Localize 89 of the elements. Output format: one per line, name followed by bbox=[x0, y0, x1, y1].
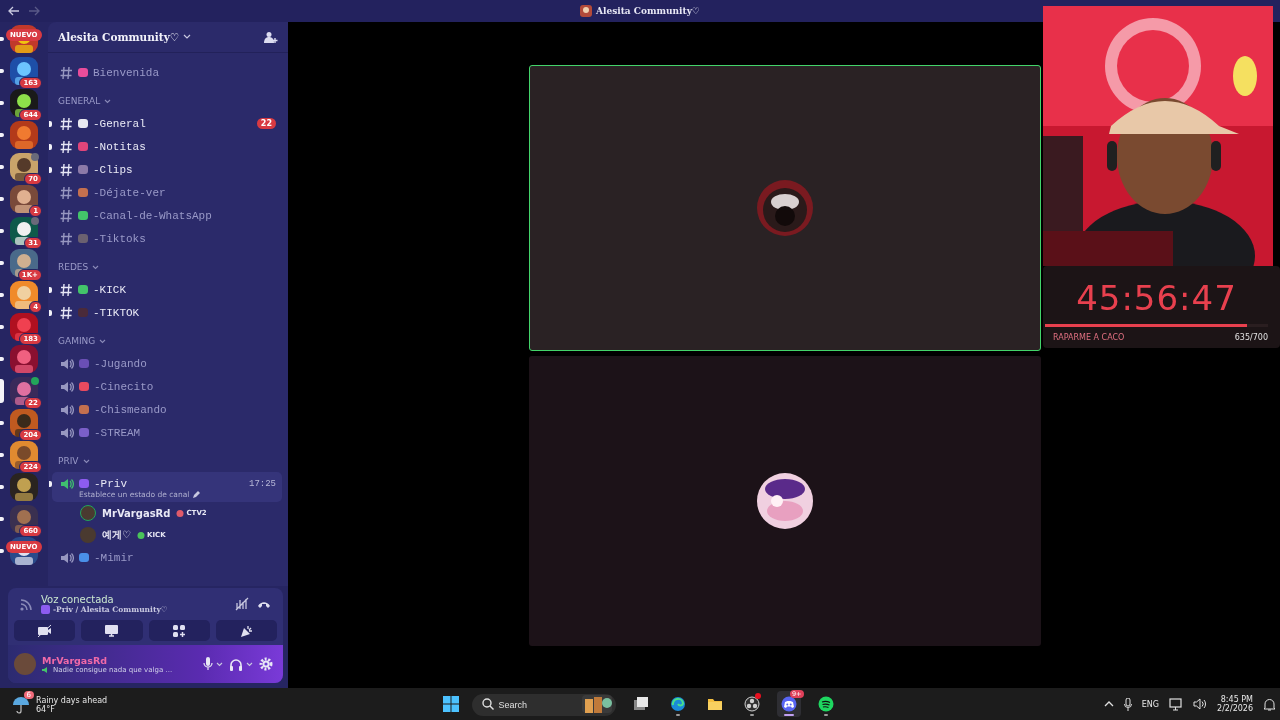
start-icon[interactable] bbox=[442, 696, 459, 712]
hashtag-icon bbox=[60, 208, 73, 223]
server-name-button[interactable]: Alesita Community♡ bbox=[58, 31, 192, 43]
speaker-icon bbox=[60, 402, 74, 417]
hashtag-icon bbox=[60, 139, 73, 154]
channel-item[interactable]: -Déjate-ver bbox=[52, 181, 282, 204]
screen-share-icon bbox=[104, 623, 120, 638]
speaker-icon bbox=[60, 379, 74, 394]
activities-button[interactable] bbox=[148, 620, 210, 641]
speaker-icon bbox=[60, 476, 74, 491]
chevron-up-icon[interactable] bbox=[1103, 701, 1114, 707]
chevron-down-icon[interactable] bbox=[246, 661, 253, 667]
microphone-icon[interactable] bbox=[203, 657, 213, 671]
search-icon bbox=[481, 698, 494, 710]
speaker-icon bbox=[60, 425, 74, 440]
channel-item[interactable]: -Mimir bbox=[52, 546, 282, 569]
disconnect-icon[interactable] bbox=[257, 599, 271, 609]
screen-share-button[interactable] bbox=[81, 620, 143, 641]
headphones-icon[interactable] bbox=[229, 657, 243, 671]
noise-suppression-icon[interactable] bbox=[235, 597, 249, 611]
channel-item[interactable]: Bienvenida bbox=[52, 61, 282, 84]
category-header[interactable]: REDES bbox=[52, 260, 282, 274]
category-header[interactable]: GENERAL bbox=[52, 94, 282, 108]
hashtag-icon bbox=[60, 282, 73, 297]
channel-item[interactable]: -Cinecito bbox=[52, 375, 282, 398]
channel-item[interactable]: -Clips bbox=[52, 158, 282, 181]
invite-member-icon[interactable] bbox=[264, 30, 278, 44]
camera-off-icon bbox=[37, 623, 53, 638]
settings-icon[interactable] bbox=[259, 657, 273, 671]
countdown-timer: 45:56:47 bbox=[1075, 278, 1238, 318]
back-arrow-icon[interactable] bbox=[8, 6, 20, 16]
speaker-icon bbox=[60, 550, 74, 565]
voice-indicator-icon bbox=[31, 377, 39, 385]
call-duration: 17:25 bbox=[249, 478, 276, 489]
hashtag-icon bbox=[60, 231, 73, 246]
channel-item[interactable]: -Notitas bbox=[52, 135, 282, 158]
recorder-icon bbox=[743, 696, 760, 712]
speaker-icon bbox=[42, 665, 50, 674]
pencil-icon bbox=[192, 490, 201, 499]
hashtag-icon bbox=[60, 305, 73, 320]
category-header[interactable]: PRIV bbox=[52, 454, 282, 468]
video-tile[interactable] bbox=[529, 356, 1041, 646]
server-icon bbox=[580, 5, 593, 17]
hashtag-icon bbox=[60, 185, 73, 200]
speaker-icon bbox=[60, 356, 74, 371]
goal-label: RAPARME A CACO bbox=[1053, 333, 1125, 342]
soundboard-button[interactable] bbox=[215, 620, 277, 641]
hashtag-icon bbox=[60, 116, 73, 131]
language-indicator[interactable]: ENG bbox=[1141, 699, 1160, 709]
category-header[interactable]: GAMING bbox=[52, 334, 282, 348]
chevron-down-icon bbox=[82, 458, 90, 464]
goal-count: 635/700 bbox=[1234, 333, 1268, 342]
hashtag-icon bbox=[60, 162, 73, 177]
channel-item[interactable]: -STREAM bbox=[52, 421, 282, 444]
channel-item[interactable]: -Canal-de-WhatsApp bbox=[52, 204, 282, 227]
chevron-down-icon bbox=[104, 98, 112, 104]
notification-bell-icon[interactable] bbox=[1263, 697, 1276, 711]
mention-badge: 22 bbox=[256, 118, 276, 129]
network-icon[interactable] bbox=[1169, 697, 1184, 711]
username: MrVargasRd bbox=[42, 654, 109, 666]
chevron-down-icon[interactable] bbox=[216, 661, 223, 667]
channel-item[interactable]: -Tiktoks bbox=[52, 227, 282, 250]
folder-icon bbox=[706, 696, 723, 712]
clock[interactable]: 8:45 PM 2/2/2026 bbox=[1217, 695, 1253, 713]
video-tile[interactable] bbox=[529, 65, 1041, 351]
chevron-down-icon bbox=[92, 264, 100, 270]
channel-emoji-icon bbox=[41, 605, 50, 614]
task-view-icon bbox=[632, 696, 649, 712]
hashtag-icon bbox=[60, 65, 73, 80]
connection-status: Voz conectada bbox=[41, 594, 115, 605]
microphone-icon[interactable] bbox=[1123, 697, 1132, 711]
window-title: Alesita Community♡ bbox=[596, 6, 700, 16]
chat-app-icon bbox=[780, 696, 797, 712]
signal-icon bbox=[20, 597, 33, 611]
activities-icon bbox=[171, 623, 187, 638]
channel-item[interactable]: -Chismeando bbox=[52, 398, 282, 421]
volume-icon[interactable] bbox=[1193, 698, 1208, 710]
browser-icon bbox=[669, 696, 686, 712]
music-app-icon bbox=[817, 696, 834, 712]
channel-item[interactable]: -KICK bbox=[52, 278, 282, 301]
server-icon[interactable] bbox=[10, 473, 38, 501]
camera-off-button[interactable] bbox=[14, 620, 76, 641]
channel-item[interactable]: -General 22 bbox=[52, 112, 282, 135]
soundboard-icon bbox=[238, 623, 254, 638]
channel-item[interactable]: -Jugando bbox=[52, 352, 282, 375]
umbrella-icon bbox=[12, 696, 30, 714]
chevron-down-icon bbox=[99, 338, 107, 344]
chevron-down-icon bbox=[183, 34, 192, 40]
channel-item[interactable]: -TIKTOK bbox=[52, 301, 282, 324]
